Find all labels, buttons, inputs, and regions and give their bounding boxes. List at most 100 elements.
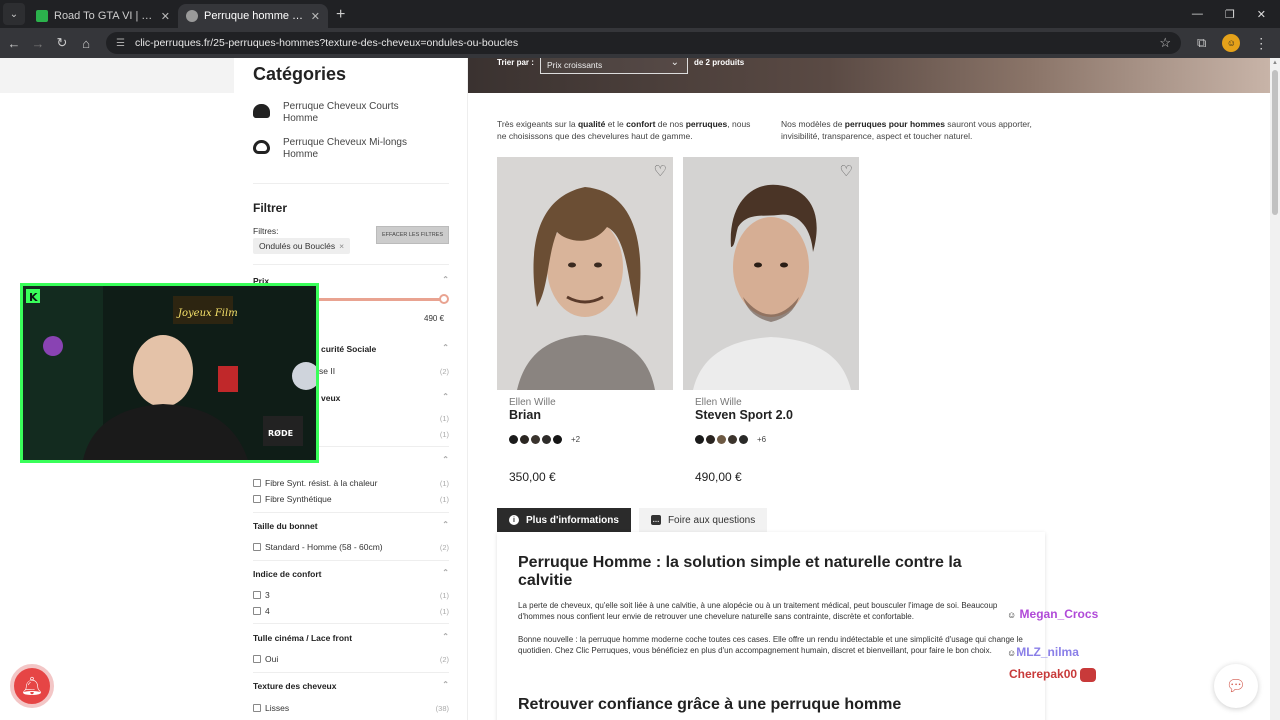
confort-header-label: Indice de confort	[253, 569, 322, 579]
notification-bell-button[interactable]: 🔔︎	[10, 664, 54, 708]
tulle-option[interactable]: Oui (2)	[253, 654, 449, 664]
checkbox[interactable]	[253, 607, 261, 615]
swatch[interactable]	[553, 435, 562, 444]
home-icon[interactable]: ⌂	[74, 36, 98, 51]
more-menu-icon[interactable]: ⋮	[1254, 35, 1268, 52]
texture-option[interactable]: Lisses (38)	[253, 703, 449, 713]
product-image[interactable]: ♡	[683, 157, 859, 390]
live-chat-button[interactable]: 💬︎	[1214, 664, 1258, 708]
info-heading: Perruque Homme : la solution simple et n…	[518, 554, 962, 589]
tulle-filter-header[interactable]: Tulle cinéma / Lace front ⌃	[253, 632, 449, 643]
intro-text: de nos	[655, 119, 686, 129]
checkbox[interactable]	[253, 543, 261, 551]
intro-text: Très exigeants sur la	[497, 119, 578, 129]
confort-option-4[interactable]: 4 (1)	[253, 606, 449, 616]
texture-filter-header[interactable]: Texture des cheveux ⌃	[253, 680, 449, 691]
restore-icon[interactable]: ❐	[1225, 8, 1235, 21]
tab-title: Perruque homme – Cheveux na	[204, 10, 305, 22]
info-panel: Perruque Homme : la solution simple et n…	[497, 532, 1045, 720]
forward-icon[interactable]: →	[26, 36, 50, 51]
option-count: (2)	[439, 542, 449, 552]
page-scrollbar[interactable]: ▲	[1270, 58, 1280, 720]
sort-select[interactable]: Prix croissants ⌄	[540, 58, 688, 74]
site-tab-favicon	[186, 10, 198, 22]
tulle-header-label: Tulle cinéma / Lace front	[253, 633, 353, 643]
tab-title: Road To GTA VI | Twitch.tv/Akan	[54, 10, 155, 22]
twitch-tab-favicon	[36, 10, 48, 22]
bookmark-star-icon[interactable]: ☆	[1159, 35, 1171, 51]
minimize-icon[interactable]: —	[1192, 8, 1203, 21]
swatch[interactable]	[509, 435, 518, 444]
category-item-medium[interactable]: Perruque Cheveux Mi-longs Homme	[253, 137, 413, 161]
price-slider-handle[interactable]	[439, 294, 449, 304]
url-field[interactable]: ☰ clic-perruques.fr/25-perruques-hommes?…	[106, 32, 1181, 54]
chevron-up-icon: ⌃	[442, 520, 449, 529]
bonnet-header-label: Taille du bonnet	[253, 521, 318, 531]
profile-avatar[interactable]: ☺	[1222, 34, 1241, 52]
checkbox[interactable]	[253, 591, 261, 599]
close-window-icon[interactable]: ✕	[1257, 8, 1266, 21]
devil-emote-icon	[1080, 667, 1097, 682]
wishlist-heart-icon[interactable]: ♡	[840, 162, 853, 180]
product-image[interactable]: ♡	[497, 157, 673, 390]
swatch[interactable]	[542, 435, 551, 444]
option-label: Oui	[265, 654, 279, 664]
confort-option-3[interactable]: 3 (1)	[253, 590, 449, 600]
price-slider-track[interactable]	[314, 298, 444, 301]
tab-search-button[interactable]: ⌄	[3, 3, 25, 25]
browser-tab-active[interactable]: Perruque homme – Cheveux na ✕	[178, 4, 328, 28]
intro-text: et le	[605, 119, 627, 129]
more-colors[interactable]: +6	[757, 435, 766, 444]
confort-filter-header[interactable]: Indice de confort ⌃	[253, 568, 449, 579]
fiber-option-heat[interactable]: Fibre Synt. résist. à la chaleur (1)	[253, 478, 449, 488]
reload-icon[interactable]: ↻	[50, 35, 74, 51]
filters-label: Filtres:	[253, 226, 279, 236]
new-tab-button[interactable]: +	[336, 6, 345, 24]
clear-filters-button[interactable]: EFFACER LES FILTRES	[376, 226, 449, 244]
bonnet-option[interactable]: Standard - Homme (58 - 60cm) (2)	[253, 542, 449, 552]
tab-faq[interactable]: … Foire aux questions	[638, 508, 768, 532]
scrollbar-thumb[interactable]	[1272, 70, 1278, 215]
scroll-up-icon[interactable]: ▲	[1272, 60, 1278, 66]
option-label: Lisses	[265, 703, 290, 713]
swatch[interactable]	[706, 435, 715, 444]
swatch[interactable]	[520, 435, 529, 444]
product-brand: Ellen Wille	[695, 397, 742, 408]
fiber-option-synth[interactable]: Fibre Synthétique (1)	[253, 494, 449, 504]
bonnet-filter-header[interactable]: Taille du bonnet ⌃	[253, 520, 449, 531]
back-icon[interactable]: ←	[2, 36, 26, 51]
chevron-up-icon: ⌃	[442, 632, 449, 641]
site-info-icon[interactable]: ☰	[116, 38, 125, 49]
extensions-icon[interactable]: ⧉	[1197, 35, 1206, 51]
swatch[interactable]	[739, 435, 748, 444]
more-colors[interactable]: +2	[571, 435, 580, 444]
active-filter-chip[interactable]: Ondulés ou Bouclés ×	[253, 238, 351, 254]
kick-logo: K	[29, 291, 38, 304]
product-name[interactable]: Steven Sport 2.0	[695, 408, 859, 422]
checkbox[interactable]	[253, 479, 261, 487]
swatch[interactable]	[717, 435, 726, 444]
swatch[interactable]	[695, 435, 704, 444]
price-max: 490 €	[424, 314, 445, 323]
divider	[253, 183, 449, 184]
checkbox[interactable]	[253, 655, 261, 663]
category-item-short[interactable]: Perruque Cheveux Courts Homme	[253, 101, 413, 125]
product-name[interactable]: Brian	[509, 408, 673, 422]
swatch[interactable]	[728, 435, 737, 444]
chevron-up-icon: ⌃	[442, 568, 449, 577]
swatch[interactable]	[531, 435, 540, 444]
category-label: Perruque Cheveux Courts Homme	[283, 101, 399, 124]
browser-tab-twitch[interactable]: Road To GTA VI | Twitch.tv/Akan ✕	[28, 4, 178, 28]
product-card-brian[interactable]: ♡ Ellen Wille Brian +2 350,00 €	[497, 157, 673, 484]
wishlist-heart-icon[interactable]: ♡	[654, 162, 667, 180]
remove-chip-icon[interactable]: ×	[339, 241, 344, 251]
checkbox[interactable]	[253, 495, 261, 503]
product-price: 490,00 €	[695, 470, 742, 484]
sort-label: Trier par :	[497, 58, 534, 67]
product-card-steven[interactable]: ♡ Ellen Wille Steven Sport 2.0 +6 490,00…	[683, 157, 859, 484]
close-icon[interactable]: ✕	[161, 10, 170, 23]
close-icon[interactable]: ✕	[311, 10, 320, 23]
tab-more-info[interactable]: i Plus d'informations	[497, 508, 631, 532]
neon-sign: Joyeux Film	[176, 308, 238, 319]
checkbox[interactable]	[253, 704, 261, 712]
